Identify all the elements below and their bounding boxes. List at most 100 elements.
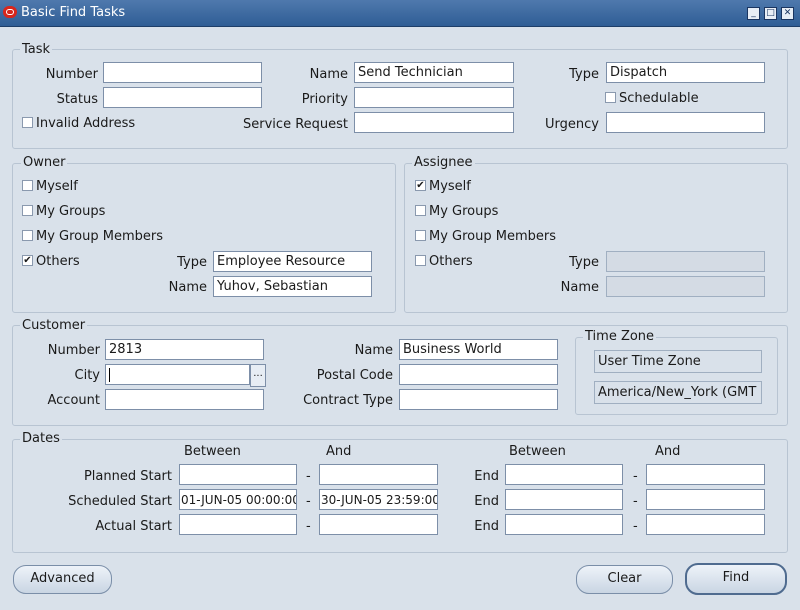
owner-type-label: Type [177, 255, 207, 270]
task-type-field[interactable]: Dispatch [606, 62, 765, 83]
task-priority-label: Priority [301, 92, 348, 107]
planned-start-from-field[interactable] [179, 464, 297, 485]
end-between-header: Between [509, 444, 566, 459]
assignee-my-groups-label: My Groups [429, 204, 499, 219]
assignee-type-field[interactable] [606, 251, 765, 272]
task-name-label: Name [309, 67, 348, 82]
scheduled-start-dash: - [306, 494, 311, 509]
service-request-label: Service Request [243, 117, 348, 132]
customer-number-field[interactable]: 2813 [105, 339, 264, 360]
scheduled-start-to-field[interactable]: 30-JUN-05 23:59:00 [319, 489, 438, 510]
account-label: Account [47, 393, 101, 408]
maximize-icon[interactable]: □ [764, 7, 777, 20]
scheduled-end-to-field[interactable] [646, 489, 765, 510]
owner-type-field[interactable]: Employee Resource [213, 251, 372, 272]
city-field[interactable] [105, 364, 250, 385]
assignee-my-groups-checkbox[interactable] [415, 205, 426, 216]
task-status-field[interactable] [103, 87, 262, 108]
assignee-others-checkbox[interactable] [415, 255, 426, 266]
advanced-button[interactable]: Advanced [13, 565, 112, 594]
actual-start-dash: - [306, 519, 311, 534]
owner-my-group-members-checkbox[interactable] [22, 230, 33, 241]
assignee-name-field[interactable] [606, 276, 765, 297]
planned-end-to-field[interactable] [646, 464, 765, 485]
assignee-name-label: Name [560, 280, 599, 295]
owner-name-field[interactable]: Yuhov, Sebastian [213, 276, 372, 297]
planned-end-from-field[interactable] [505, 464, 623, 485]
assignee-type-label: Type [569, 255, 599, 270]
planned-start-label: Planned Start [83, 469, 172, 484]
customer-number-label: Number [47, 343, 100, 358]
task-priority-field[interactable] [354, 87, 514, 108]
owner-others-checkbox[interactable]: ✔ [22, 255, 33, 266]
oracle-logo-icon [3, 6, 17, 18]
postal-code-field[interactable] [399, 364, 558, 385]
contract-type-field[interactable] [399, 389, 558, 410]
owner-my-groups-checkbox[interactable] [22, 205, 33, 216]
actual-end-from-field[interactable] [505, 514, 623, 535]
schedulable-label: Schedulable [619, 91, 699, 106]
owner-name-label: Name [168, 280, 207, 295]
scheduled-end-dash: - [633, 494, 638, 509]
end-and-header: And [655, 444, 681, 459]
urgency-label: Urgency [545, 117, 599, 132]
invalid-address-label: Invalid Address [36, 116, 136, 131]
schedulable-checkbox[interactable] [605, 92, 616, 103]
account-field[interactable] [105, 389, 264, 410]
customer-name-field[interactable]: Business World [399, 339, 558, 360]
urgency-field[interactable] [606, 112, 765, 133]
actual-end-to-field[interactable] [646, 514, 765, 535]
start-and-header: And [326, 444, 352, 459]
minimize-icon[interactable]: _ [747, 7, 760, 20]
owner-others-label: Others [36, 254, 80, 269]
actual-start-to-field[interactable] [319, 514, 438, 535]
task-number-label: Number [45, 67, 98, 82]
city-label: City [74, 368, 100, 383]
customer-name-label: Name [354, 343, 393, 358]
task-legend: Task [20, 42, 53, 57]
actual-start-from-field[interactable] [179, 514, 297, 535]
dates-legend: Dates [20, 431, 62, 446]
planned-start-dash: - [306, 469, 311, 484]
owner-legend: Owner [21, 155, 68, 170]
time-zone-field[interactable]: America/New_York (GMT -( [594, 381, 762, 404]
assignee-myself-checkbox[interactable]: ✔ [415, 180, 426, 191]
scheduled-end-from-field[interactable] [505, 489, 623, 510]
close-icon[interactable]: ✕ [781, 7, 794, 20]
text-cursor [109, 367, 110, 382]
assignee-my-group-members-label: My Group Members [429, 229, 556, 244]
owner-my-groups-label: My Groups [36, 204, 106, 219]
title-bar: Basic Find Tasks _ □ ✕ [0, 0, 800, 27]
owner-my-group-members-label: My Group Members [36, 229, 163, 244]
time-zone-legend: Time Zone [583, 329, 657, 344]
assignee-myself-label: Myself [429, 179, 471, 194]
assignee-legend: Assignee [412, 155, 475, 170]
scheduled-start-label: Scheduled Start [68, 494, 172, 509]
customer-legend: Customer [20, 318, 88, 333]
postal-code-label: Postal Code [316, 368, 393, 383]
actual-end-label: End [474, 519, 499, 534]
assignee-others-label: Others [429, 254, 473, 269]
task-type-label: Type [569, 67, 599, 82]
owner-myself-label: Myself [36, 179, 78, 194]
task-number-field[interactable] [103, 62, 262, 83]
planned-end-label: End [474, 469, 499, 484]
task-status-label: Status [56, 92, 98, 107]
planned-end-dash: - [633, 469, 638, 484]
planned-start-to-field[interactable] [319, 464, 438, 485]
window-title: Basic Find Tasks [21, 5, 126, 20]
service-request-field[interactable] [354, 112, 514, 133]
scheduled-start-from-field[interactable]: 01-JUN-05 00:00:00 [179, 489, 297, 510]
city-lov-button[interactable]: ... [250, 364, 266, 387]
assignee-my-group-members-checkbox[interactable] [415, 230, 426, 241]
task-name-field[interactable]: Send Technician [354, 62, 514, 83]
find-button[interactable]: Find [685, 563, 787, 595]
invalid-address-checkbox[interactable] [22, 117, 33, 128]
scheduled-end-label: End [474, 494, 499, 509]
actual-start-label: Actual Start [95, 519, 172, 534]
start-between-header: Between [184, 444, 241, 459]
actual-end-dash: - [633, 519, 638, 534]
owner-myself-checkbox[interactable] [22, 180, 33, 191]
time-zone-mode-field[interactable]: User Time Zone [594, 350, 762, 373]
clear-button[interactable]: Clear [576, 565, 673, 594]
